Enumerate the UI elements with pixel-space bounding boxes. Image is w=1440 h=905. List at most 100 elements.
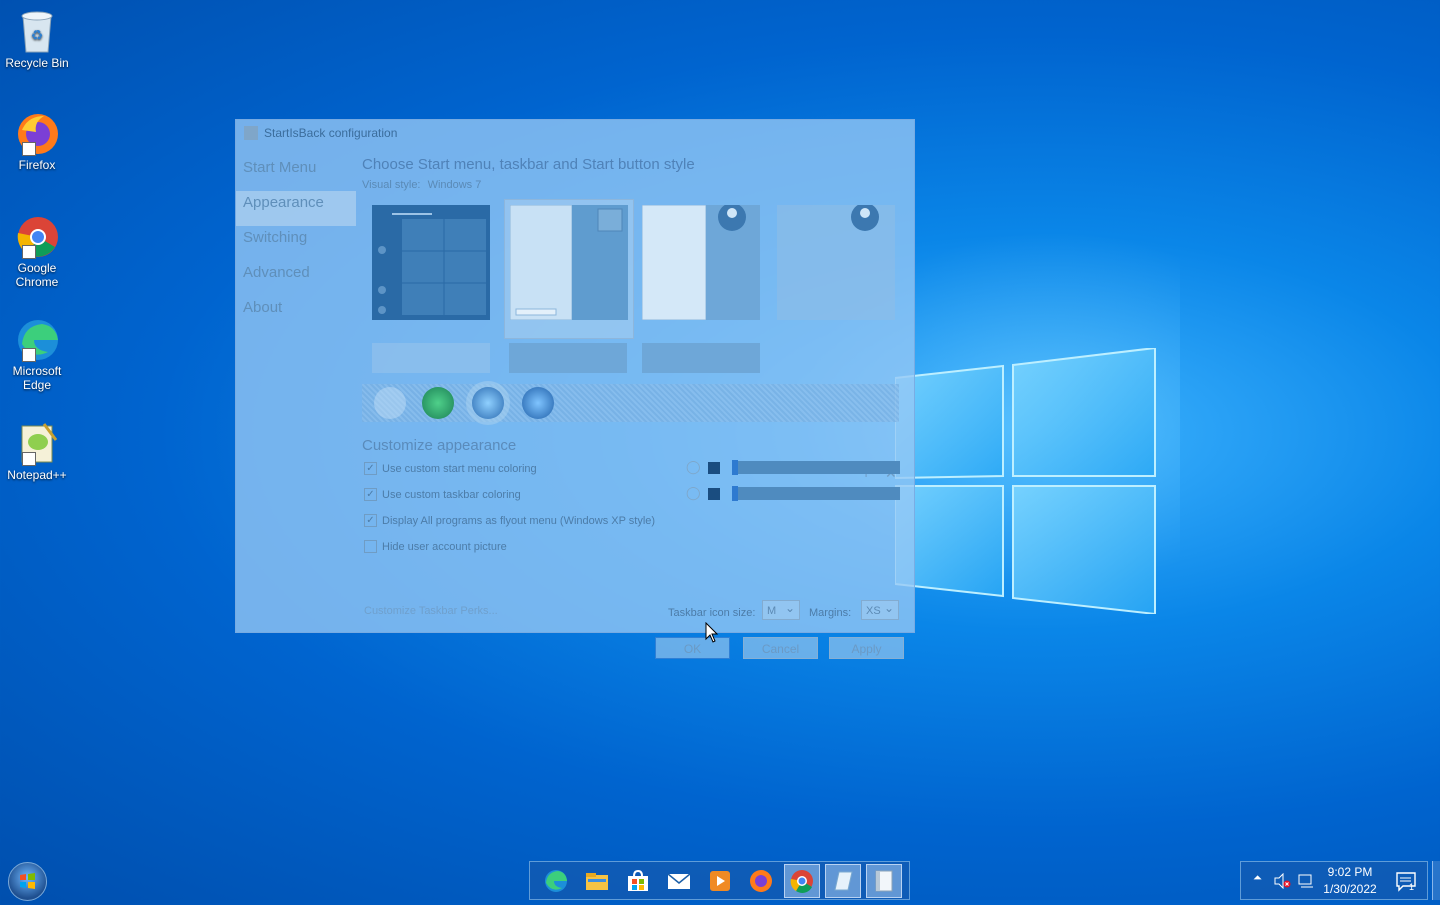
custom-taskbar-coloring-checkbox[interactable]: ✓ Use custom taskbar coloring bbox=[364, 488, 521, 501]
appearance-panel: Choose Start menu, taskbar and Start but… bbox=[362, 156, 904, 659]
customize-appearance-heading: Customize appearance bbox=[362, 437, 517, 454]
startisback-icon bbox=[875, 870, 893, 891]
taskbar-edge[interactable] bbox=[538, 864, 574, 898]
notification-center-icon[interactable] bbox=[1395, 871, 1419, 893]
taskbar-notepad[interactable] bbox=[825, 863, 861, 898]
transparency-drop-icon[interactable]: ◯ bbox=[686, 459, 701, 475]
start-button-option-blue-orb[interactable] bbox=[522, 387, 554, 419]
volume-muted-icon[interactable] bbox=[1273, 873, 1291, 889]
dialog-titlebar[interactable]: StartIsBack configuration bbox=[236, 120, 914, 146]
nav-switching[interactable]: Switching bbox=[236, 226, 356, 261]
notepad-plus-plus-icon bbox=[14, 420, 60, 466]
taskbar-media-player[interactable] bbox=[702, 864, 738, 898]
taskbar-pinned-apps bbox=[529, 861, 910, 900]
edge-icon bbox=[14, 316, 60, 362]
desktop-icon-label: Firefox bbox=[18, 158, 56, 172]
style-option-windows-vista[interactable] bbox=[641, 203, 760, 335]
start-menu-color-swatch[interactable] bbox=[708, 462, 720, 474]
mail-icon bbox=[667, 872, 691, 889]
nav-about[interactable]: About bbox=[236, 296, 356, 331]
slider-thumb[interactable] bbox=[732, 486, 738, 501]
slider-thumb[interactable] bbox=[732, 460, 738, 475]
desktop-icon-label: Recycle Bin bbox=[5, 56, 69, 70]
chevron-up-icon[interactable]: ⏶ bbox=[1253, 872, 1262, 885]
visual-style-label: Visual style: bbox=[362, 179, 421, 191]
desktop-icon-label: Google Chrome bbox=[15, 261, 59, 289]
desktop-icon-firefox[interactable]: Firefox bbox=[2, 110, 72, 172]
startisback-config-dialog: StartIsBack configuration Start Menu App… bbox=[235, 119, 915, 659]
windows7-style-preview bbox=[509, 204, 628, 321]
clock-time: 9:02 PM bbox=[1327, 865, 1373, 879]
plain-style-preview bbox=[777, 203, 895, 320]
taskbar-mail[interactable] bbox=[661, 864, 697, 898]
notification-count-badge: 1 bbox=[1409, 882, 1415, 892]
checkbox-label: Use custom taskbar coloring bbox=[382, 488, 521, 501]
checkbox-label: Use custom start menu coloring bbox=[382, 462, 537, 475]
nav-appearance[interactable]: Appearance bbox=[236, 191, 356, 226]
desktop-icon-notepad-plus-plus[interactable]: Notepad++ bbox=[2, 420, 72, 482]
taskbar-icon-size-label: Taskbar icon size: bbox=[668, 607, 756, 619]
checkbox-icon: ✓ bbox=[364, 488, 377, 501]
taskbar-color-swatch[interactable] bbox=[708, 488, 720, 500]
checkbox-icon: ✓ bbox=[364, 462, 377, 475]
firefox-icon bbox=[14, 110, 60, 156]
checkbox-icon: ✓ bbox=[364, 514, 377, 527]
style-option-windows10[interactable] bbox=[372, 205, 490, 335]
taskbar-icon-size-select[interactable]: M bbox=[762, 598, 800, 620]
checkbox-icon bbox=[364, 540, 377, 553]
taskbar-chrome[interactable] bbox=[784, 863, 820, 898]
checkbox-label: Display All programs as flyout menu (Win… bbox=[382, 514, 656, 527]
show-desktop-button[interactable] bbox=[1432, 861, 1440, 900]
flyout-all-programs-checkbox[interactable]: ✓ Display All programs as flyout menu (W… bbox=[364, 514, 655, 527]
start-button-style-bar bbox=[362, 384, 899, 422]
desktop-icon-edge[interactable]: Microsoft Edge bbox=[2, 316, 72, 392]
taskbar-color-slider[interactable] bbox=[732, 486, 900, 501]
taskbar-firefox[interactable] bbox=[743, 864, 779, 898]
start-button-option-windows10[interactable] bbox=[374, 387, 406, 419]
start-button-option-green-orb[interactable] bbox=[422, 387, 454, 419]
transparency-drop-icon[interactable]: ◯ bbox=[686, 485, 701, 501]
desktop-icon-recycle-bin[interactable]: ♻ Recycle Bin bbox=[2, 8, 72, 70]
visual-style-row: Visual style: Windows 7 bbox=[362, 179, 904, 191]
hide-user-picture-checkbox[interactable]: Hide user account picture bbox=[364, 540, 507, 553]
firefox-icon bbox=[750, 869, 772, 892]
page-title: Choose Start menu, taskbar and Start but… bbox=[362, 156, 695, 173]
taskbar-file-explorer[interactable] bbox=[579, 864, 615, 898]
customize-taskbar-perks-link[interactable]: Customize Taskbar Perks... bbox=[364, 605, 498, 617]
windows-flag-icon bbox=[20, 873, 35, 889]
system-tray: ⏶ 9:02 PM 1/30/2022 1 bbox=[1240, 861, 1428, 900]
mouse-cursor-icon bbox=[705, 622, 719, 643]
start-button[interactable] bbox=[8, 862, 47, 901]
margins-select[interactable]: XS bbox=[861, 598, 899, 620]
clock-date: 1/30/2022 bbox=[1323, 882, 1377, 896]
windows-logo-wallpaper bbox=[895, 348, 1156, 614]
taskbar-startisback-config[interactable] bbox=[866, 863, 902, 898]
clock[interactable]: 9:02 PM 1/30/2022 bbox=[1315, 864, 1385, 898]
media-player-icon bbox=[710, 870, 730, 891]
dialog-title: StartIsBack configuration bbox=[264, 126, 398, 140]
start-button-option-windows7-orb[interactable] bbox=[472, 387, 504, 419]
cancel-button[interactable]: Cancel bbox=[743, 637, 818, 659]
vista-style-preview bbox=[641, 203, 760, 321]
notepad-icon bbox=[834, 871, 853, 890]
store-icon bbox=[628, 869, 648, 891]
file-explorer-icon bbox=[586, 872, 608, 890]
style-option-windows7[interactable] bbox=[504, 199, 634, 339]
svg-text:♻: ♻ bbox=[31, 27, 44, 43]
app-icon bbox=[244, 126, 258, 140]
margins-label: Margins: bbox=[809, 607, 852, 619]
taskbar-store[interactable] bbox=[620, 864, 656, 898]
settings-nav: Start Menu Appearance Switching Advanced… bbox=[236, 156, 356, 331]
taskbar-preview-1 bbox=[372, 343, 490, 373]
apply-button[interactable]: Apply bbox=[829, 637, 904, 659]
nav-advanced[interactable]: Advanced bbox=[236, 261, 356, 296]
checkbox-label: Hide user account picture bbox=[382, 540, 507, 553]
custom-start-menu-coloring-checkbox[interactable]: ✓ Use custom start menu coloring bbox=[364, 462, 537, 475]
visual-style-value[interactable]: Windows 7 bbox=[428, 179, 482, 191]
desktop-icon-chrome[interactable]: Google Chrome bbox=[2, 213, 72, 289]
start-menu-color-slider[interactable] bbox=[732, 460, 900, 475]
nav-start-menu[interactable]: Start Menu bbox=[236, 156, 356, 191]
network-icon[interactable] bbox=[1297, 873, 1315, 889]
style-option-plain[interactable] bbox=[777, 203, 895, 335]
style-options bbox=[362, 197, 904, 373]
